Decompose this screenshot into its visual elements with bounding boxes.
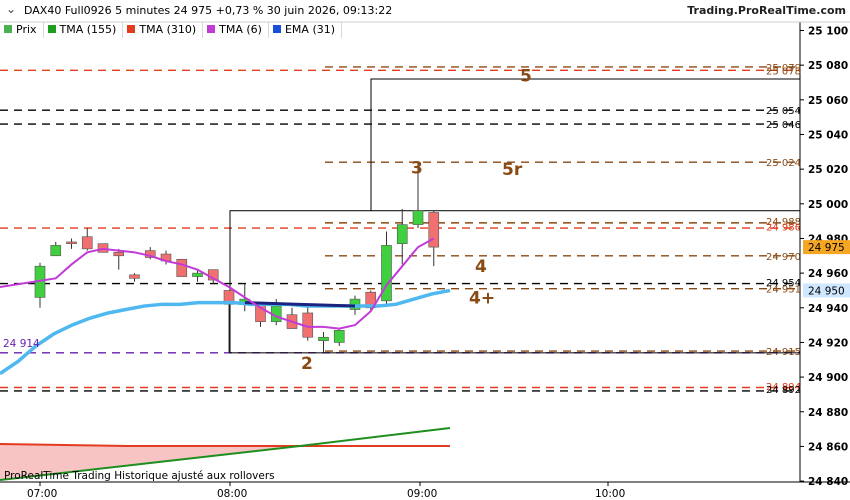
wave-label_5: 5 [520, 67, 532, 87]
price-badge-text: 24 975 [808, 242, 845, 254]
wave-label_4plus: 4+ [469, 288, 495, 308]
price-tick-label: 24 900 [808, 372, 848, 384]
candle-body[interactable] [428, 212, 440, 248]
price-tick-label: 24 960 [808, 268, 848, 280]
candle-body[interactable] [113, 252, 125, 257]
price-tick-label: 24 940 [808, 303, 848, 315]
price-tick-label: 24 860 [808, 441, 848, 453]
left-level-label: 24 914 [3, 338, 40, 350]
level-label: 25 054 [766, 106, 801, 117]
level-label: 24 892 [766, 385, 801, 396]
wave-label_3: 3 [411, 158, 423, 178]
price-tick-label: 25 040 [808, 129, 848, 141]
wave-label_5r: 5r [502, 160, 523, 180]
time-tick-label: 08:00 [217, 488, 247, 500]
price-tick-label: 25 060 [808, 95, 848, 107]
zone-rect-upper [370, 78, 800, 211]
footer-note: ProRealTime Trading Historique ajusté au… [4, 470, 275, 482]
candle-body[interactable] [333, 330, 345, 343]
level-label: 24 986 [766, 222, 801, 233]
price-tick-label: 25 000 [808, 199, 848, 211]
wave-label_2: 2 [301, 354, 313, 374]
price-tick-label: 24 840 [808, 476, 848, 488]
level-label: 24 951 [766, 285, 801, 296]
price-tick-label: 25 100 [808, 26, 848, 38]
level-label: 25 046 [766, 120, 801, 131]
price-tick-label: 25 080 [808, 60, 848, 72]
zone-rect-lower [229, 210, 801, 354]
ema31-line [0, 288, 451, 376]
level-label: 24 970 [766, 252, 801, 263]
price-tick-label: 24 920 [808, 337, 848, 349]
level-label: 25 024 [766, 158, 801, 169]
price-tick-label: 24 880 [808, 407, 848, 419]
time-tick-label: 10:00 [595, 488, 625, 500]
candle-body[interactable] [50, 245, 62, 257]
level-label: 25 078 [766, 66, 801, 77]
time-tick-label: 07:00 [27, 488, 57, 500]
time-tick-label: 09:00 [407, 488, 437, 500]
price-tick-label: 25 020 [808, 164, 848, 176]
candle-body[interactable] [129, 274, 140, 279]
candle-body[interactable] [412, 210, 424, 225]
price-badge-text: 24 950 [808, 285, 845, 297]
price-chart[interactable]: 25 100 25 080 25 060 25 040 25 020 25 000 24 9… [0, 0, 850, 500]
wave-label_4: 4 [475, 257, 487, 277]
candle-body[interactable] [318, 336, 329, 342]
candle-body[interactable] [192, 272, 203, 277]
candle-body[interactable] [81, 236, 93, 250]
candle-body[interactable] [396, 224, 408, 244]
candle-body[interactable] [66, 241, 77, 244]
candle-body[interactable] [176, 258, 188, 277]
